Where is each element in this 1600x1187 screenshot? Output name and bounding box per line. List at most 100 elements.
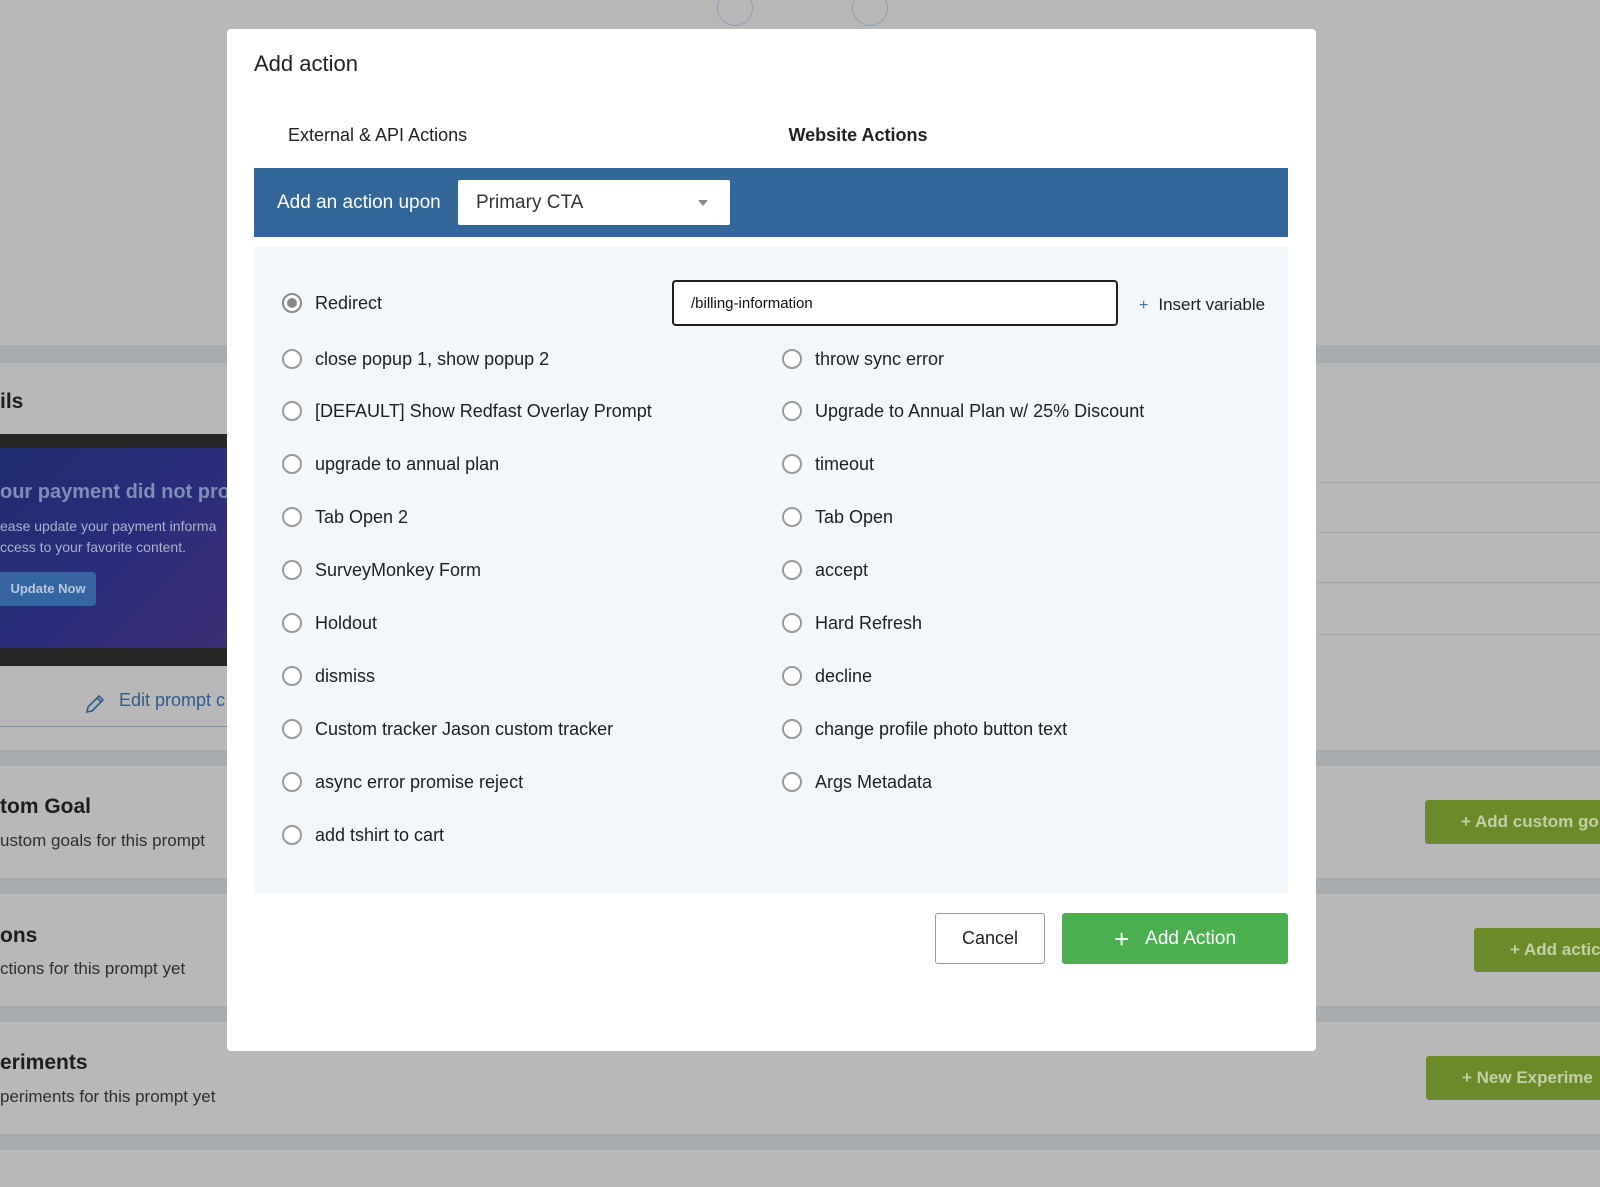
redirect-url-input[interactable] — [672, 280, 1118, 326]
actions-subtitle: ctions for this prompt yet — [0, 959, 186, 978]
custom-goal-subtitle: ustom goals for this prompt — [0, 831, 206, 850]
edit-prompt-link[interactable]: Edit prompt c — [119, 690, 225, 711]
radio[interactable] — [782, 719, 802, 739]
radio[interactable] — [782, 401, 802, 421]
option-label: SurveyMonkey Form — [315, 559, 482, 580]
new-experiment-button[interactable]: + New Experime — [1426, 1056, 1600, 1100]
option-label: close popup 1, show popup 2 — [315, 348, 550, 369]
option-args-metadata[interactable]: Args Metadata — [782, 769, 932, 795]
option-label: timeout — [815, 453, 875, 474]
option-label: Tab Open 2 — [315, 506, 409, 527]
radio[interactable] — [782, 666, 802, 686]
chevron-down-icon — [698, 200, 708, 206]
option-hard-refresh[interactable]: Hard Refresh — [782, 610, 922, 636]
option-close-popup[interactable]: close popup 1, show popup 2 — [282, 346, 549, 372]
divider — [1318, 532, 1600, 533]
option-upgrade-discount[interactable]: Upgrade to Annual Plan w/ 25% Discount — [782, 398, 1144, 424]
option-timeout[interactable]: timeout — [782, 451, 874, 477]
radio[interactable] — [782, 454, 802, 474]
option-decline[interactable]: decline — [782, 663, 872, 689]
option-throw-sync-error[interactable]: throw sync error — [782, 346, 944, 372]
section-divider — [0, 1134, 1600, 1150]
option-label: accept — [815, 559, 869, 580]
trigger-bar: Add an action upon Primary CTA — [254, 168, 1288, 237]
trigger-select-value: Primary CTA — [476, 192, 584, 213]
option-label: Custom tracker Jason custom tracker — [315, 718, 614, 739]
bar-chart-icon — [717, 0, 753, 26]
option-async-error[interactable]: async error promise reject — [282, 769, 523, 795]
trigger-select[interactable]: Primary CTA — [458, 180, 730, 225]
add-action-modal: Add action External & API Actions Websit… — [227, 29, 1316, 1051]
option-redirect[interactable]: Redirect — [282, 290, 382, 316]
plus-icon: + — [1113, 923, 1130, 954]
radio[interactable] — [282, 719, 302, 739]
radio[interactable] — [282, 560, 302, 580]
option-label: Args Metadata — [815, 771, 933, 792]
actions-panel: Redirect + Insert variable close popup 1,… — [254, 247, 1288, 894]
preview-update-button: Update Now — [0, 572, 96, 606]
option-accept[interactable]: accept — [782, 557, 868, 583]
option-surveymonkey[interactable]: SurveyMonkey Form — [282, 557, 481, 583]
actions-title: ons — [0, 924, 38, 947]
trigger-label: Add an action upon — [277, 192, 441, 213]
insert-variable-link[interactable]: + Insert variable — [1139, 295, 1265, 315]
option-label: decline — [815, 665, 873, 686]
add-action-bg-button[interactable]: + Add actic — [1474, 928, 1600, 972]
option-label: Tab Open — [815, 506, 894, 527]
experiments-subtitle: periments for this prompt yet — [0, 1087, 216, 1106]
prompt-preview: our payment did not proce ease update yo… — [0, 434, 230, 666]
radio[interactable] — [282, 507, 302, 527]
radio[interactable] — [782, 349, 802, 369]
option-label: add tshirt to cart — [315, 824, 445, 845]
cancel-button[interactable]: Cancel — [935, 913, 1045, 964]
preview-text: ease update your payment informa — [0, 518, 217, 534]
preview-heading: our payment did not proce — [0, 481, 230, 503]
radio[interactable] — [282, 454, 302, 474]
option-label: Redirect — [315, 292, 383, 313]
option-upgrade-annual[interactable]: upgrade to annual plan — [282, 451, 499, 477]
option-label: Holdout — [315, 612, 378, 633]
prompt-details-title: ils — [0, 390, 24, 413]
insert-variable-label: Insert variable — [1158, 295, 1266, 314]
option-dismiss[interactable]: dismiss — [282, 663, 375, 689]
divider — [1318, 482, 1600, 483]
option-custom-tracker[interactable]: Custom tracker Jason custom tracker — [282, 716, 613, 742]
radio[interactable] — [282, 825, 302, 845]
option-change-profile-photo[interactable]: change profile photo button text — [782, 716, 1067, 742]
option-label: change profile photo button text — [815, 718, 1068, 739]
experiments-title: eriments — [0, 1051, 88, 1074]
option-tab-open[interactable]: Tab Open — [782, 504, 893, 530]
divider — [0, 726, 230, 727]
add-custom-goal-button[interactable]: + Add custom go — [1425, 800, 1600, 844]
option-label: [DEFAULT] Show Redfast Overlay Prompt — [315, 400, 652, 421]
option-label: Hard Refresh — [815, 612, 923, 633]
radio[interactable] — [282, 401, 302, 421]
radio[interactable] — [782, 560, 802, 580]
option-holdout[interactable]: Holdout — [282, 610, 377, 636]
radio-checked[interactable] — [282, 293, 302, 313]
option-add-tshirt[interactable]: add tshirt to cart — [282, 822, 444, 848]
add-action-button[interactable]: + Add Action — [1062, 913, 1288, 964]
radio[interactable] — [282, 772, 302, 792]
preview-text: ccess to your favorite content. — [0, 539, 186, 555]
divider — [1318, 634, 1600, 635]
radio[interactable] — [282, 613, 302, 633]
option-label: Upgrade to Annual Plan w/ 25% Discount — [815, 400, 1145, 421]
custom-goal-title: tom Goal — [0, 795, 92, 818]
radio[interactable] — [782, 613, 802, 633]
radio[interactable] — [282, 349, 302, 369]
option-default-overlay[interactable]: [DEFAULT] Show Redfast Overlay Prompt — [282, 398, 652, 424]
pencil-icon — [85, 694, 105, 714]
modal-title: Add action — [254, 51, 358, 76]
line-chart-icon — [852, 0, 888, 26]
divider — [1318, 582, 1600, 583]
add-action-label: Add Action — [1145, 927, 1237, 949]
option-label: upgrade to annual plan — [315, 453, 500, 474]
option-label: async error promise reject — [315, 771, 524, 792]
radio[interactable] — [782, 507, 802, 527]
radio[interactable] — [782, 772, 802, 792]
plus-icon: + — [1139, 297, 1149, 314]
option-tab-open-2[interactable]: Tab Open 2 — [282, 504, 408, 530]
option-label: throw sync error — [815, 348, 945, 369]
radio[interactable] — [282, 666, 302, 686]
